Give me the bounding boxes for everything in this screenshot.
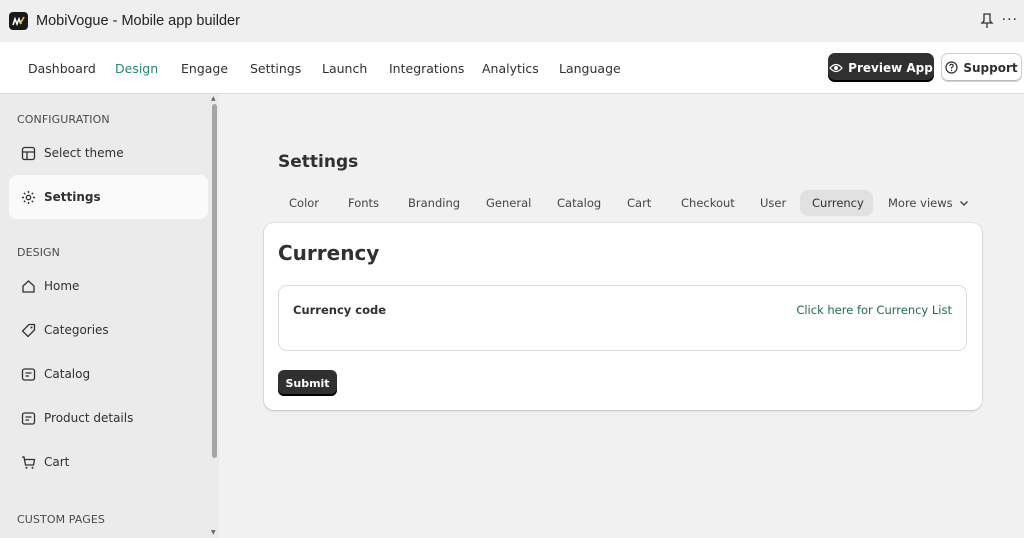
tab-more-views-label: More views — [888, 196, 953, 210]
sidebar-item-categories[interactable]: Categories — [9, 308, 208, 352]
nav-design[interactable]: Design — [115, 61, 158, 76]
theme-icon — [20, 145, 36, 161]
gear-icon — [20, 189, 36, 205]
section-design: DESIGN — [17, 246, 60, 259]
page-title: Settings — [278, 152, 359, 172]
tag-icon — [20, 322, 36, 338]
tab-branding[interactable]: Branding — [396, 190, 472, 216]
tab-more-views[interactable]: More views — [876, 190, 981, 216]
sidebar-item-label: Product details — [44, 411, 134, 425]
tab-color[interactable]: Color — [277, 190, 331, 216]
sidebar-item-select-theme[interactable]: Select theme — [9, 131, 208, 175]
sidebar-item-label: Home — [44, 279, 80, 293]
currency-list-link[interactable]: Click here for Currency List — [796, 303, 952, 317]
tab-user[interactable]: User — [748, 190, 798, 216]
sidebar-item-cart[interactable]: Cart — [9, 440, 208, 484]
tab-general[interactable]: General — [474, 190, 543, 216]
cart-icon — [20, 454, 36, 470]
currency-card: Currency Currency code Click here for Cu… — [264, 223, 982, 410]
sidebar-scrollbar[interactable] — [212, 104, 217, 458]
nav-engage[interactable]: Engage — [181, 61, 228, 76]
preview-app-button[interactable]: Preview App — [828, 53, 934, 82]
tab-fonts[interactable]: Fonts — [336, 190, 391, 216]
sidebar-item-catalog[interactable]: Catalog — [9, 352, 208, 396]
home-icon — [20, 278, 36, 294]
app-logo-icon — [9, 12, 28, 30]
section-configuration: CONFIGURATION — [17, 113, 110, 126]
nav-analytics[interactable]: Analytics — [482, 61, 539, 76]
scroll-down-arrow-icon[interactable]: ▼ — [211, 529, 216, 536]
nav-language[interactable]: Language — [559, 61, 621, 76]
sidebar-item-home[interactable]: Home — [9, 264, 208, 308]
submit-button[interactable]: Submit — [278, 370, 337, 396]
catalog-icon — [20, 366, 36, 382]
chevron-down-icon — [960, 201, 969, 206]
card-title: Currency — [278, 241, 380, 265]
more-options-icon[interactable]: ··· — [1002, 12, 1018, 28]
currency-code-label: Currency code — [293, 303, 387, 317]
product-icon — [20, 410, 36, 426]
sidebar: CONFIGURATION Select theme Settings DESI… — [0, 94, 219, 538]
pin-icon[interactable] — [980, 13, 994, 29]
tab-currency[interactable]: Currency — [800, 190, 873, 216]
nav-launch[interactable]: Launch — [322, 61, 367, 76]
sidebar-item-label: Catalog — [44, 367, 91, 381]
sidebar-item-label: Select theme — [44, 146, 124, 160]
eye-icon — [829, 63, 844, 72]
tab-cart[interactable]: Cart — [615, 190, 663, 216]
sidebar-item-label: Settings — [44, 190, 101, 204]
nav-integrations[interactable]: Integrations — [389, 61, 464, 76]
tab-checkout[interactable]: Checkout — [669, 190, 747, 216]
sidebar-item-settings[interactable]: Settings — [9, 175, 208, 219]
nav-settings[interactable]: Settings — [250, 61, 301, 76]
tab-catalog[interactable]: Catalog — [545, 190, 613, 216]
support-label: Support — [963, 60, 1018, 75]
sidebar-item-label: Cart — [44, 455, 70, 469]
title-bar: MobiVogue - Mobile app builder ··· — [0, 0, 1024, 42]
nav-dashboard[interactable]: Dashboard — [28, 61, 96, 76]
help-icon — [945, 61, 958, 74]
top-navigation: Dashboard Design Engage Settings Launch … — [0, 42, 1024, 94]
window-title: MobiVogue - Mobile app builder — [36, 13, 240, 29]
sidebar-item-label: Categories — [44, 323, 109, 337]
scroll-up-arrow-icon[interactable]: ▲ — [211, 95, 216, 102]
support-button[interactable]: Support — [941, 53, 1022, 82]
currency-code-field: Currency code Click here for Currency Li… — [278, 285, 967, 351]
section-custom-pages: CUSTOM PAGES — [17, 513, 105, 526]
sidebar-item-product-details[interactable]: Product details — [9, 396, 208, 440]
preview-app-label: Preview App — [848, 60, 933, 75]
